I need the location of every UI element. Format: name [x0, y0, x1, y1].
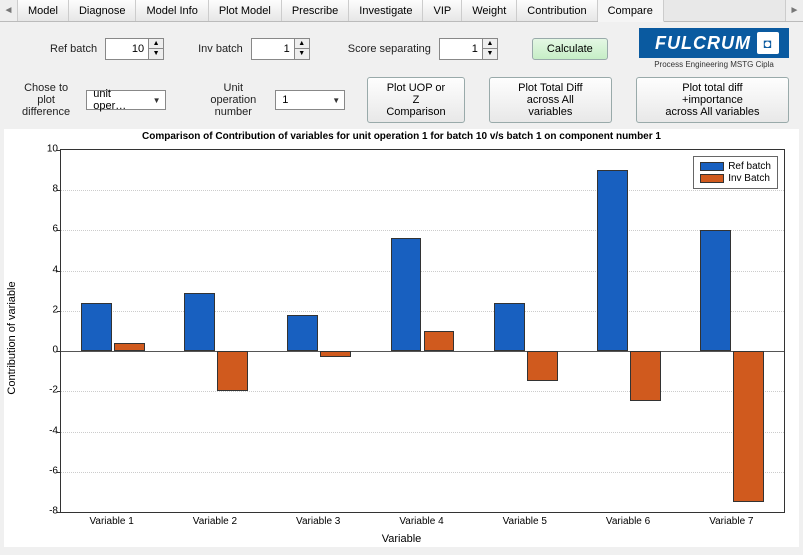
- x-tick: Variable 7: [709, 516, 753, 527]
- score-sep-spinner[interactable]: ▲▼: [439, 38, 498, 60]
- bar-ref: [700, 230, 731, 351]
- tab-scroll-right[interactable]: ►: [785, 0, 803, 21]
- y-axis-label: Contribution of variable: [6, 281, 18, 394]
- bar-inv: [424, 331, 455, 351]
- chart-area: Comparison of Contribution of variables …: [4, 129, 799, 547]
- inv-batch-spinner[interactable]: ▲▼: [251, 38, 310, 60]
- tab-scroll-left[interactable]: ◄: [0, 0, 18, 21]
- tab-prescribe[interactable]: Prescribe: [282, 0, 349, 21]
- score-sep-input[interactable]: [439, 38, 483, 60]
- uop-num-select[interactable]: 1: [275, 90, 345, 110]
- bar-ref: [494, 303, 525, 351]
- score-sep-up[interactable]: ▲: [483, 39, 497, 49]
- y-tick: 0: [40, 345, 58, 356]
- y-tick: -8: [40, 506, 58, 517]
- ref-batch-label: Ref batch: [50, 43, 97, 55]
- y-tick: 10: [40, 144, 58, 155]
- y-tick: 8: [40, 184, 58, 195]
- controls-row-1: Ref batch ▲▼ Inv batch ▲▼ Score separati…: [0, 22, 803, 75]
- controls-row-2: Chose to plot difference unit oper… Unit…: [0, 75, 803, 129]
- ref-batch-spinner[interactable]: ▲▼: [105, 38, 164, 60]
- tab-diagnose[interactable]: Diagnose: [69, 0, 136, 21]
- tab-model[interactable]: Model: [18, 0, 69, 21]
- y-tick: 2: [40, 304, 58, 315]
- bar-ref: [391, 238, 422, 351]
- bar-ref: [184, 293, 215, 351]
- bar-inv: [114, 343, 145, 351]
- legend-label-ref: Ref batch: [728, 161, 771, 172]
- plot-uop-button[interactable]: Plot UOP or Z Comparison: [367, 77, 465, 123]
- tab-investigate[interactable]: Investigate: [349, 0, 423, 21]
- ref-batch-input[interactable]: [105, 38, 149, 60]
- legend-swatch-inv: [700, 174, 724, 183]
- x-tick: Variable 6: [606, 516, 650, 527]
- y-tick: 6: [40, 224, 58, 235]
- logo-subtitle: Process Engineering MSTG Cipla: [654, 60, 774, 69]
- y-tick: -6: [40, 465, 58, 476]
- uop-num-value: 1: [282, 94, 288, 106]
- x-tick: Variable 5: [503, 516, 547, 527]
- inv-batch-input[interactable]: [251, 38, 295, 60]
- y-tick: -4: [40, 425, 58, 436]
- logo: FULCRUM ◘ Process Engineering MSTG Cipla: [639, 28, 789, 69]
- chose-plot-select[interactable]: unit oper…: [86, 90, 165, 110]
- y-tick: 4: [40, 264, 58, 275]
- tab-model-info[interactable]: Model Info: [136, 0, 208, 21]
- bar-ref: [597, 170, 628, 351]
- legend-label-inv: Inv Batch: [728, 173, 770, 184]
- plot-total-diff-imp-button[interactable]: Plot total diff +importance across All v…: [636, 77, 789, 123]
- bar-ref: [287, 315, 318, 351]
- tab-weight[interactable]: Weight: [462, 0, 517, 21]
- tab-contribution[interactable]: Contribution: [517, 0, 597, 21]
- inv-batch-label: Inv batch: [198, 43, 243, 55]
- uop-num-label: Unit operation number: [199, 82, 267, 118]
- logo-text: FULCRUM: [655, 33, 751, 54]
- bar-inv: [733, 351, 764, 502]
- ref-batch-up[interactable]: ▲: [149, 39, 163, 49]
- chart-title: Comparison of Contribution of variables …: [4, 129, 799, 142]
- logo-icon: ◘: [757, 32, 779, 54]
- tab-compare[interactable]: Compare: [598, 0, 664, 22]
- calculate-button[interactable]: Calculate: [532, 38, 608, 60]
- x-tick: Variable 3: [296, 516, 340, 527]
- tab-vip[interactable]: VIP: [423, 0, 462, 21]
- bar-ref: [81, 303, 112, 351]
- ref-batch-down[interactable]: ▼: [149, 49, 163, 59]
- score-sep-label: Score separating: [348, 43, 431, 55]
- inv-batch-down[interactable]: ▼: [295, 49, 309, 59]
- legend: Ref batch Inv Batch: [693, 156, 778, 189]
- y-tick: -2: [40, 385, 58, 396]
- x-axis-label: Variable: [382, 533, 422, 545]
- bar-inv: [217, 351, 248, 391]
- chose-plot-label: Chose to plot difference: [14, 82, 78, 118]
- bar-inv: [630, 351, 661, 401]
- plot: Ref batch Inv Batch: [60, 149, 785, 513]
- tab-plot-model[interactable]: Plot Model: [209, 0, 282, 21]
- plot-total-diff-button[interactable]: Plot Total Diff across All variables: [489, 77, 612, 123]
- legend-swatch-ref: [700, 162, 724, 171]
- chose-plot-value: unit oper…: [93, 88, 146, 112]
- bar-inv: [527, 351, 558, 381]
- x-tick: Variable 4: [399, 516, 443, 527]
- bar-inv: [320, 351, 351, 357]
- x-tick: Variable 2: [193, 516, 237, 527]
- tab-bar: ◄ ModelDiagnoseModel InfoPlot ModelPresc…: [0, 0, 803, 22]
- x-tick: Variable 1: [89, 516, 133, 527]
- inv-batch-up[interactable]: ▲: [295, 39, 309, 49]
- score-sep-down[interactable]: ▼: [483, 49, 497, 59]
